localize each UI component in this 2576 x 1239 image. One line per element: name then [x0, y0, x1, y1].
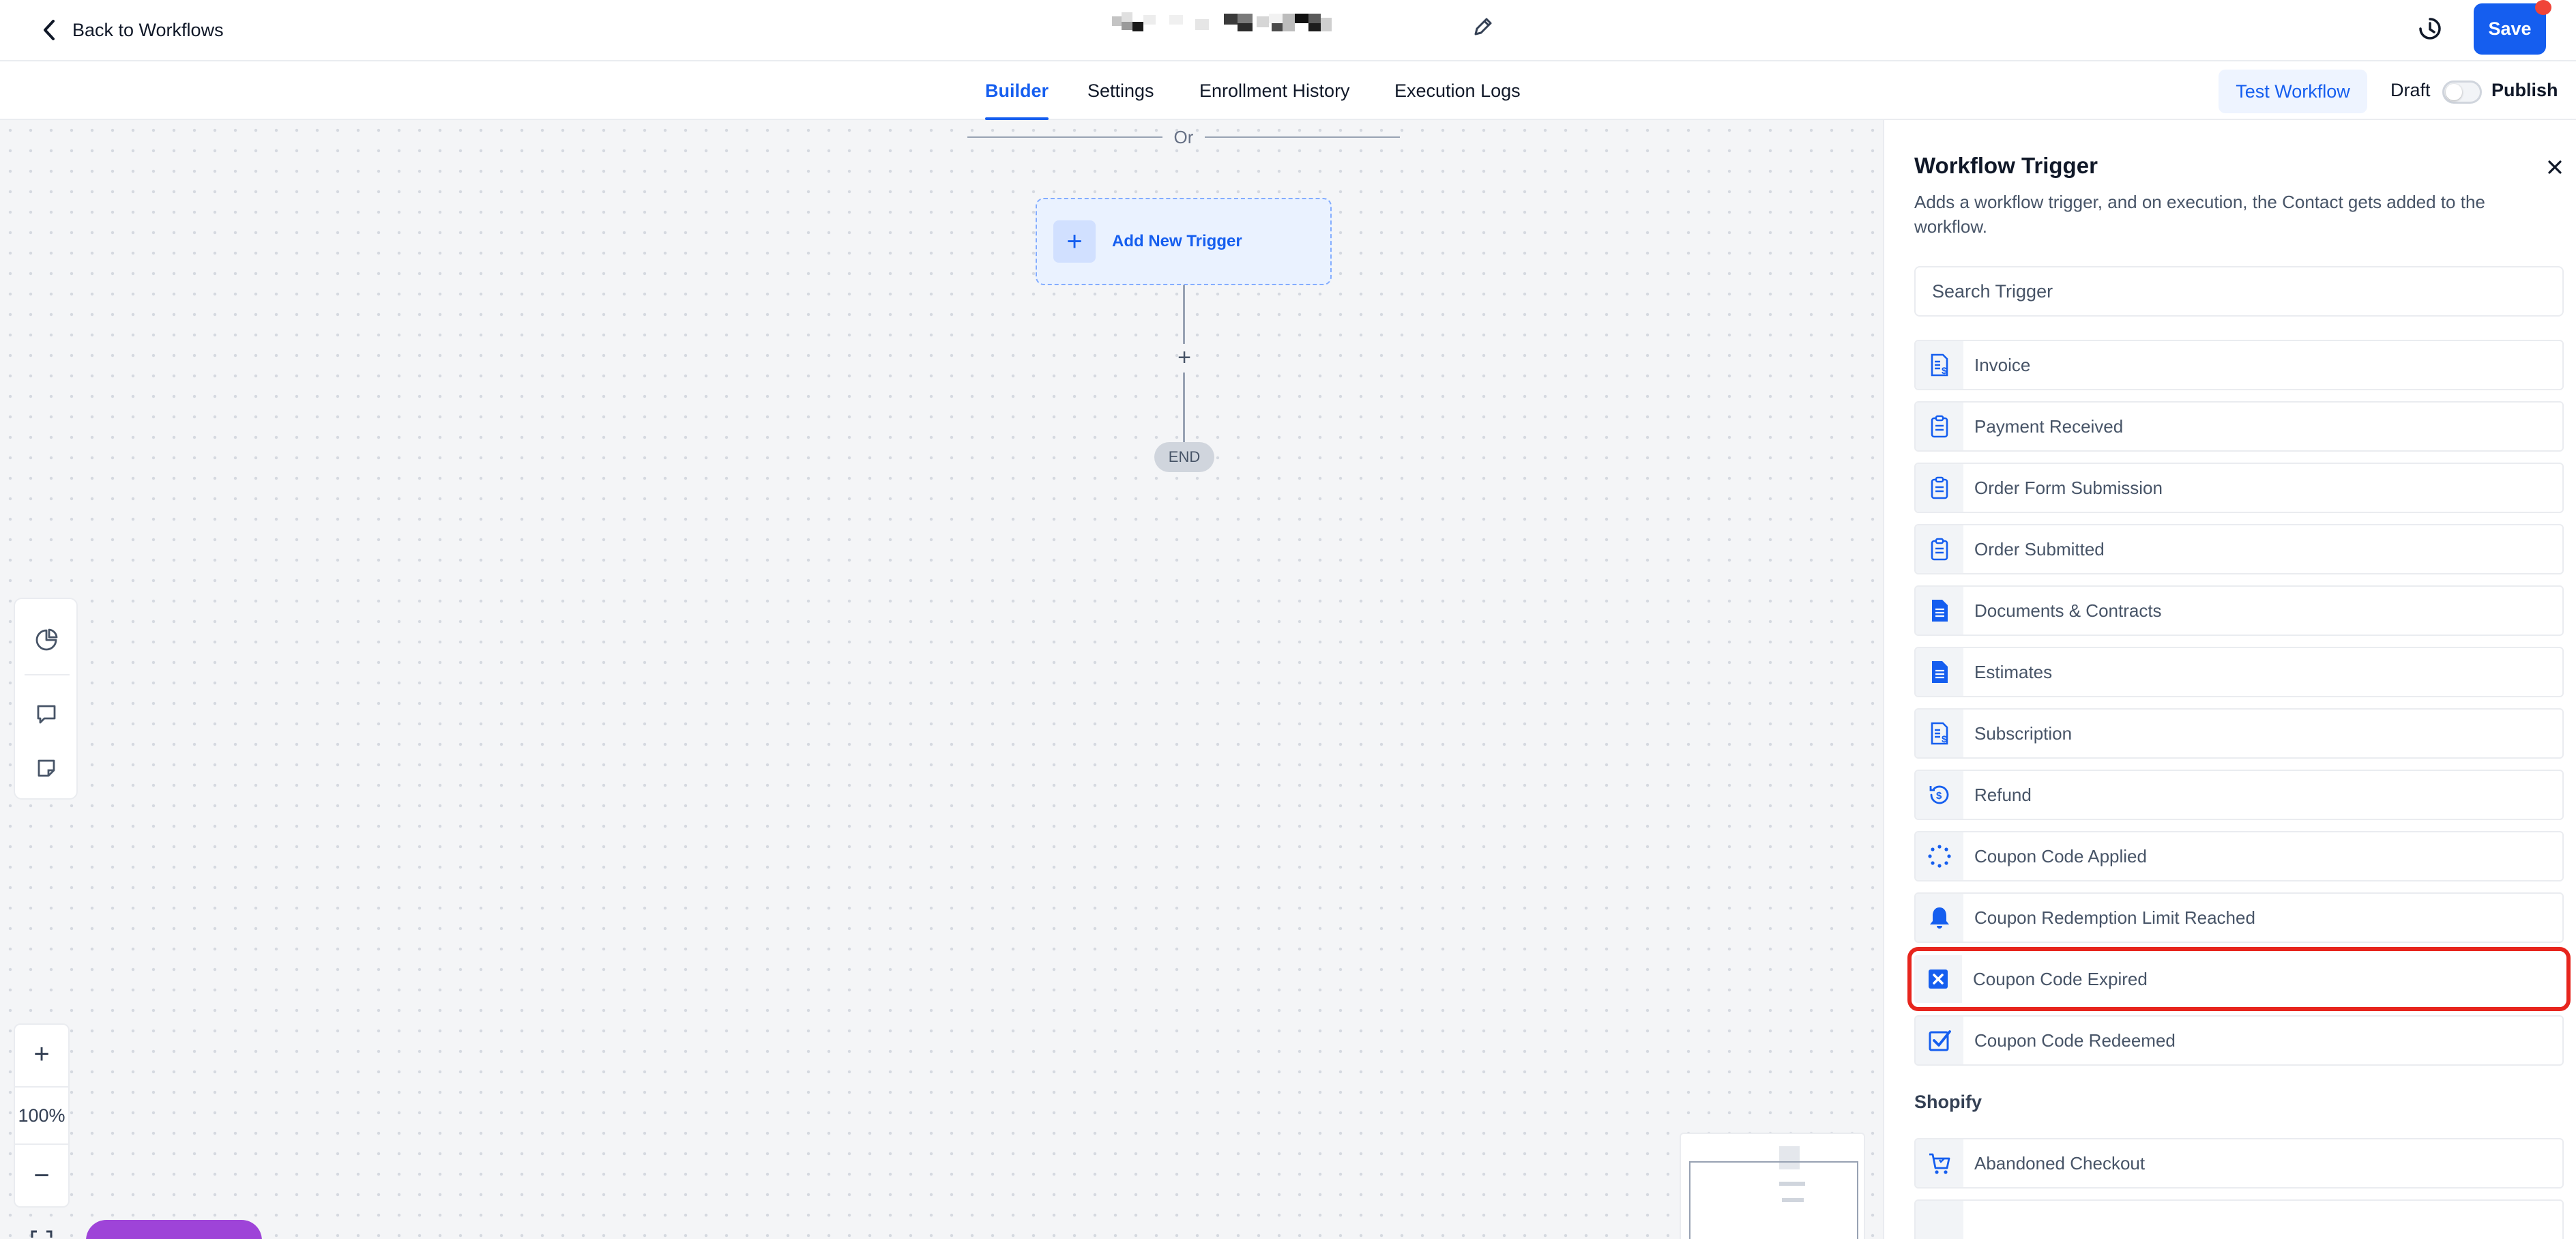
top-header: Back to Workflows Save	[0, 0, 2576, 61]
chevron-left-icon	[44, 20, 55, 40]
bell-icon	[1916, 894, 1963, 942]
close-icon[interactable]	[2543, 156, 2566, 179]
end-node: END	[1154, 442, 1214, 472]
search-trigger-input[interactable]	[1914, 266, 2564, 317]
trigger-label: Payment Received	[1974, 416, 2124, 437]
trigger-item-order-submitted[interactable]: Order Submitted	[1914, 524, 2564, 574]
zoom-controls: + 100% −	[14, 1023, 70, 1208]
svg-text:$: $	[1942, 365, 1947, 376]
refund-icon: $	[1916, 771, 1963, 819]
publish-toggle[interactable]	[2442, 81, 2482, 104]
trigger-item-coupon-code-expired[interactable]: Coupon Code Expired	[1907, 947, 2571, 1011]
trigger-item-payment-received[interactable]: Payment Received	[1914, 401, 2564, 452]
fit-view-icon[interactable]	[30, 1229, 53, 1239]
trigger-label: Coupon Code Applied	[1974, 845, 2147, 866]
pie-chart-icon[interactable]	[30, 624, 63, 656]
minimap[interactable]	[1680, 1133, 1865, 1239]
comment-icon[interactable]	[30, 697, 63, 730]
test-workflow-button[interactable]: Test Workflow	[2219, 70, 2367, 113]
add-new-trigger-card[interactable]: + Add New Trigger	[1036, 198, 1332, 285]
divider-line	[967, 136, 1162, 138]
check-square-icon	[1916, 1017, 1963, 1064]
trigger-item-documents-contracts[interactable]: Documents & Contracts	[1914, 585, 2564, 636]
trigger-item-order-form-submission[interactable]: Order Form Submission	[1914, 463, 2564, 513]
trigger-item-invoice[interactable]: $ Invoice	[1914, 340, 2564, 390]
clipboard-icon	[1916, 464, 1963, 512]
sticky-note-icon[interactable]	[30, 752, 63, 785]
toggle-knob	[2446, 84, 2462, 100]
tabs-bar: Builder Settings Enrollment History Exec…	[0, 61, 2576, 120]
zoom-level: 100%	[15, 1086, 68, 1145]
trigger-item-next[interactable]	[1914, 1199, 2564, 1239]
trigger-label: Abandoned Checkout	[1974, 1152, 2146, 1174]
back-to-workflows-link[interactable]: Back to Workflows	[40, 15, 224, 45]
pencil-icon[interactable]	[1470, 15, 1495, 40]
draft-label: Draft	[2390, 80, 2431, 100]
section-header-shopify: Shopify	[1914, 1092, 1982, 1112]
trigger-item-coupon-code-applied[interactable]: Coupon Code Applied	[1914, 831, 2564, 881]
trigger-label: Refund	[1974, 784, 2032, 805]
or-label: Or	[1173, 127, 1194, 147]
trigger-item-refund[interactable]: $ Refund	[1914, 770, 2564, 820]
history-icon[interactable]	[2415, 14, 2445, 44]
workflow-name-redacted[interactable]	[1111, 12, 1452, 44]
back-label: Back to Workflows	[72, 19, 224, 40]
canvas-tools-panel	[14, 598, 78, 800]
trigger-item-subscription[interactable]: $ Subscription	[1914, 708, 2564, 759]
document-icon	[1916, 648, 1963, 696]
tab-execution-logs[interactable]: Execution Logs	[1394, 61, 1521, 120]
tab-builder[interactable]: Builder	[985, 61, 1049, 120]
panel-description: Adds a workflow trigger, and on executio…	[1914, 192, 2485, 237]
trigger-label: Estimates	[1974, 661, 2053, 682]
add-trigger-label: Add New Trigger	[1112, 232, 1242, 250]
panel-title: Workflow Trigger	[1914, 153, 2098, 178]
publish-label: Publish	[2491, 80, 2558, 100]
trigger-label: Coupon Code Redeemed	[1974, 1030, 2176, 1051]
dotted-circle-icon	[1916, 832, 1963, 880]
tab-settings[interactable]: Settings	[1087, 61, 1154, 120]
trigger-item-coupon-code-redeemed[interactable]: Coupon Code Redeemed	[1914, 1015, 2564, 1066]
x-square-icon	[1914, 955, 1962, 1003]
trigger-label: Documents & Contracts	[1974, 600, 2162, 621]
clipboard-icon	[1916, 403, 1963, 450]
list-icon	[1916, 1201, 1963, 1239]
workflow-trigger-panel: Workflow Trigger Adds a workflow trigger…	[1883, 120, 2576, 1239]
workflow-canvas[interactable]: Or + Add New Trigger + END + 100% −	[0, 120, 1883, 1239]
cart-icon	[1916, 1139, 1963, 1187]
minimap-node	[1782, 1198, 1804, 1202]
add-step-button[interactable]: +	[1172, 345, 1197, 370]
trigger-label: Coupon Code Expired	[1973, 968, 2148, 989]
invoice-icon: $	[1916, 341, 1963, 389]
plus-icon: +	[1053, 220, 1096, 263]
clipboard-icon	[1916, 525, 1963, 573]
svg-text:$: $	[1936, 790, 1942, 802]
trigger-label: Order Form Submission	[1974, 477, 2163, 498]
trigger-label: Coupon Redemption Limit Reached	[1974, 907, 2255, 928]
minimap-node	[1779, 1182, 1805, 1186]
save-button[interactable]: Save	[2474, 3, 2546, 55]
trigger-label: Order Submitted	[1974, 538, 2105, 559]
invoice-icon: $	[1916, 710, 1963, 757]
connector-line	[1183, 285, 1185, 344]
zoom-in-button[interactable]: +	[15, 1025, 68, 1083]
svg-text:$: $	[1942, 733, 1947, 744]
document-icon	[1916, 587, 1963, 635]
minimap-viewport	[1689, 1161, 1858, 1239]
notification-dot	[2535, 0, 2551, 15]
trigger-label: Subscription	[1974, 723, 2073, 744]
divider	[25, 674, 70, 675]
trigger-label: Invoice	[1974, 354, 2031, 375]
tab-enrollment-history[interactable]: Enrollment History	[1199, 61, 1350, 120]
trigger-item-estimates[interactable]: Estimates	[1914, 647, 2564, 697]
assistant-button[interactable]	[86, 1220, 262, 1239]
trigger-item-coupon-redemption-limit-reached[interactable]: Coupon Redemption Limit Reached	[1914, 892, 2564, 943]
or-divider: Or	[967, 127, 1400, 147]
trigger-item-abandoned-checkout[interactable]: Abandoned Checkout	[1914, 1138, 2564, 1189]
divider-line	[1205, 136, 1400, 138]
connector-line	[1183, 373, 1185, 442]
zoom-out-button[interactable]: −	[15, 1146, 68, 1205]
